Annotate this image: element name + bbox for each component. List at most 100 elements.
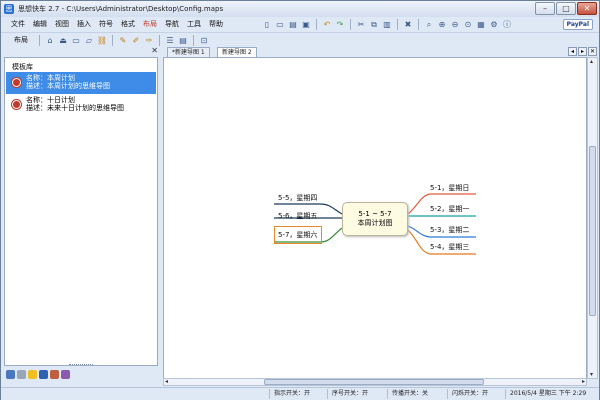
menu-insert[interactable]: 插入: [73, 18, 95, 31]
close-button[interactable]: ✕: [577, 2, 597, 15]
menu-view[interactable]: 视图: [51, 18, 73, 31]
insert-parent-icon[interactable]: ⏏: [57, 34, 69, 46]
tab-scroll-right-icon[interactable]: ▸: [578, 47, 587, 56]
menu-format[interactable]: 格式: [117, 18, 139, 31]
template-name: 名称：本周计划: [26, 74, 75, 82]
toolbar-divider: [397, 19, 398, 30]
palette-icon[interactable]: [61, 370, 70, 379]
vertical-scroll-thumb[interactable]: [589, 146, 596, 316]
tab-document-1[interactable]: *新建导图 1: [167, 47, 210, 57]
redo-icon[interactable]: ↷: [334, 19, 346, 31]
template-name: 名称：十日计划: [26, 96, 75, 104]
zoom-in-icon[interactable]: ⊕: [436, 19, 448, 31]
tab-close-icon[interactable]: ✕: [588, 47, 597, 56]
template-panel: 模板库 名称：本周计划 描述：本周计划的思维导图 名称：十日计划 描述：未来十日…: [4, 57, 158, 366]
horizontal-scroll-thumb[interactable]: [264, 379, 484, 385]
menu-symbol[interactable]: 符号: [95, 18, 117, 31]
menu-help[interactable]: 帮助: [205, 18, 227, 31]
central-topic-line2: 本周计划图: [357, 219, 393, 227]
template-item[interactable]: 名称：十日计划 描述：未来十日计划的思维导图: [6, 94, 156, 116]
menu-file[interactable]: 文件: [7, 18, 29, 31]
table-icon[interactable]: ▤: [177, 34, 189, 46]
topic-node-right-4[interactable]: 5-4，星期三: [430, 242, 469, 252]
cut-icon[interactable]: ✂: [355, 19, 367, 31]
topic-node-left-1[interactable]: 5-5，星期四: [278, 193, 317, 203]
menu-navigate[interactable]: 导航: [161, 18, 183, 31]
template-desc: 描述：本周计划的思维导图: [26, 82, 110, 90]
scroll-up-icon[interactable]: ▴: [590, 58, 593, 65]
layout-label: 布局: [14, 36, 28, 44]
people-icon[interactable]: [50, 370, 59, 379]
app-name: 思想快车 2.7: [18, 5, 60, 13]
tag-icon[interactable]: ✑: [143, 34, 155, 46]
central-topic[interactable]: 5-1 ~ 5-7 本周计划图: [342, 202, 408, 236]
scroll-down-icon[interactable]: ▾: [590, 371, 593, 378]
export-icon[interactable]: ⊡: [198, 34, 210, 46]
maximize-button[interactable]: □: [556, 2, 576, 15]
panel-close-icon[interactable]: ✕: [151, 46, 158, 55]
panel-title: 模板库: [12, 63, 33, 71]
link-icon[interactable]: ⛓: [96, 34, 108, 46]
vertical-scrollbar[interactable]: ▴ ▾: [587, 57, 598, 379]
home-icon[interactable]: [6, 370, 15, 379]
status-transfer: 传播开关：关: [387, 389, 428, 399]
list-icon[interactable]: ☰: [164, 34, 176, 46]
horizontal-scrollbar[interactable]: ◂ ▸: [163, 378, 587, 386]
copy-icon[interactable]: ⧉: [368, 19, 380, 31]
layout-toolbar-row: 布局 ⌂ ⏏ ▭ ▱ ⛓ ✎ ✐ ✑ ☰ ▤ ⊡: [1, 32, 599, 47]
zoom-out-icon[interactable]: ⊖: [449, 19, 461, 31]
menu-bar: 文件 编辑 视图 插入 符号 格式 布局 导航 工具 帮助: [7, 18, 227, 31]
title-bar: 思 思想快车 2.7 - C:\Users\Administrator\Desk…: [1, 1, 599, 17]
template-icon: [12, 100, 21, 109]
status-bar: 指示开关：开 序号开关：开 传播开关：关 闪烁开关：开 2016/5/4 星期三…: [1, 387, 599, 400]
status-flash: 闪烁开关：开: [447, 389, 488, 399]
menu-layout[interactable]: 布局: [139, 18, 161, 31]
status-datetime: 2016/5/4 星期三 下午 2:29: [505, 389, 586, 399]
paypal-button[interactable]: PayPal: [562, 19, 593, 30]
star-icon[interactable]: [28, 370, 37, 379]
menu-edit[interactable]: 编辑: [29, 18, 51, 31]
expand-icon[interactable]: ✎: [117, 34, 129, 46]
topic-node-left-3[interactable]: 5-7，星期六: [278, 230, 317, 240]
minimize-button[interactable]: –: [535, 2, 555, 15]
settings-icon[interactable]: ⚙: [488, 19, 500, 31]
toolbar-divider: [193, 34, 194, 46]
tab-document-2[interactable]: 新建导图 2: [217, 47, 257, 57]
search-icon[interactable]: ⌕: [423, 19, 435, 31]
insert-topic-icon[interactable]: ⌂: [44, 34, 56, 46]
insert-sibling-icon[interactable]: ▱: [83, 34, 95, 46]
topic-node-right-3[interactable]: 5-3，星期二: [430, 225, 469, 235]
info-icon[interactable]: ⓘ: [501, 19, 513, 31]
tag-icon[interactable]: [17, 370, 26, 379]
topic-node-right-1[interactable]: 5-1，星期日: [430, 183, 469, 193]
panel-resize-grip[interactable]: [69, 364, 93, 366]
collapse-icon[interactable]: ✐: [130, 34, 142, 46]
save-icon[interactable]: ▣: [300, 19, 312, 31]
new-file-icon[interactable]: ▯: [261, 19, 273, 31]
topic-node-left-2[interactable]: 5-6，星期五: [278, 211, 317, 221]
mindmap-canvas[interactable]: 5-1 ~ 5-7 本周计划图 5-5，星期四 5-6，星期五 5-7，星期六 …: [163, 57, 587, 379]
scroll-right-icon[interactable]: ▸: [582, 378, 585, 385]
scroll-left-icon[interactable]: ◂: [165, 378, 168, 385]
book-icon[interactable]: [39, 370, 48, 379]
grid-icon[interactable]: ▦: [475, 19, 487, 31]
toolbar-divider: [350, 19, 351, 30]
tab-scroll-left-icon[interactable]: ◂: [568, 47, 577, 56]
topic-node-right-2[interactable]: 5-2，星期一: [430, 204, 469, 214]
delete-icon[interactable]: ✖: [402, 19, 414, 31]
paste-icon[interactable]: ▥: [381, 19, 393, 31]
template-desc: 描述：未来十日计划的思维导图: [26, 104, 124, 112]
insert-subtopic-icon[interactable]: ▭: [70, 34, 82, 46]
open-file-icon[interactable]: ▤: [287, 19, 299, 31]
new-template-icon[interactable]: ▭: [274, 19, 286, 31]
template-item[interactable]: 名称：本周计划 描述：本周计划的思维导图: [6, 72, 156, 94]
app-window: 思 思想快车 2.7 - C:\Users\Administrator\Desk…: [0, 0, 600, 400]
document-tabs: *新建导图 1 新建导图 2 ◂ ▸ ✕: [163, 47, 599, 57]
main-toolbar: ▯ ▭ ▤ ▣ ↶ ↷ ✂ ⧉ ▥ ✖ ⌕ ⊕ ⊖ ⊙ ▦ ⚙ ⓘ: [261, 19, 513, 31]
toolbar-divider: [418, 19, 419, 30]
toolbar-divider: [112, 34, 113, 46]
menu-tools[interactable]: 工具: [183, 18, 205, 31]
central-topic-line1: 5-1 ~ 5-7: [358, 210, 392, 218]
undo-icon[interactable]: ↶: [321, 19, 333, 31]
zoom-fit-icon[interactable]: ⊙: [462, 19, 474, 31]
